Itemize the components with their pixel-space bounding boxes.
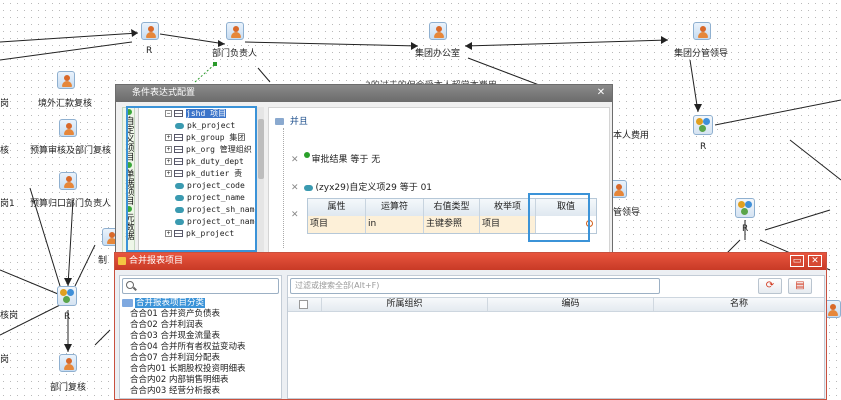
node-label-partial: 核 <box>0 146 10 156</box>
report-items-panel: 过滤或搜索全部(Alt+F) ⟳ ▤ 所属组织 编码 名称 <box>287 275 825 399</box>
category-item[interactable]: 合合02 合并利润表 <box>120 320 281 331</box>
router-node-icon[interactable] <box>735 198 755 218</box>
person-node-icon[interactable] <box>693 22 711 40</box>
condition-row[interactable]: ✕ (zyx29)自定义项29 等于 01 <box>291 180 432 193</box>
category-item[interactable]: 合合04 合并所有者权益变动表 <box>120 342 281 353</box>
col-operator[interactable]: 运算符 <box>366 199 424 216</box>
select-all-checkbox[interactable] <box>288 298 322 311</box>
col-attribute[interactable]: 属性 <box>308 199 366 216</box>
condition-dialog-title-text: 条件表达式配置 <box>132 88 196 98</box>
node-label: 部门负责人 <box>212 49 258 59</box>
and-node[interactable]: 并且 <box>275 114 308 127</box>
category-panel: 合并报表项目分类 合合01 合并资产负债表 合合02 合并利润表 合合03 合并现金… <box>119 275 282 399</box>
node-label: R <box>64 312 71 322</box>
merge-dialog-title-text: 合并报表项目 <box>129 256 184 266</box>
person-node-icon[interactable] <box>59 354 77 372</box>
condition-row[interactable]: ✕ 审批结果 等于 无 <box>291 152 380 165</box>
node-label: R <box>146 46 153 56</box>
filter-input[interactable]: 过滤或搜索全部(Alt+F) <box>290 278 660 294</box>
node-label-partial: 核岗 <box>0 311 19 321</box>
restore-button[interactable]: ▭ <box>790 255 804 267</box>
col-org[interactable]: 所属组织 <box>322 298 488 311</box>
delete-icon[interactable]: ✕ <box>291 155 299 165</box>
category-item[interactable]: 合合内02 内部销售明细表 <box>120 375 281 386</box>
node-label: 境外汇款复核 <box>38 99 93 109</box>
col-code[interactable]: 编码 <box>488 298 654 311</box>
node-label: 本人费用 <box>613 131 650 141</box>
col-name[interactable]: 名称 <box>654 298 824 311</box>
node-label: R <box>700 142 707 152</box>
condition-dialog-title: 条件表达式配置 ✕ <box>116 85 612 102</box>
selection-highlight <box>126 106 257 252</box>
node-label-partial: 岗 <box>0 355 10 365</box>
category-item[interactable]: 合合01 合并资产负债表 <box>120 309 281 320</box>
node-label: 制 <box>98 256 108 266</box>
category-item[interactable]: 合合内01 长期股权投资明细表 <box>120 364 281 375</box>
category-item[interactable]: 合合03 合并现金流量表 <box>120 331 281 342</box>
category-item[interactable]: 合合内03 经营分析报表 <box>120 386 281 397</box>
cell-rvalue-type[interactable]: 主键参照 <box>424 216 480 233</box>
app-icon <box>118 257 126 265</box>
refresh-button[interactable]: ⟳ <box>758 278 782 294</box>
condition-text: 审批结果 等于 无 <box>311 155 381 165</box>
tree-scrollbar[interactable] <box>256 107 264 255</box>
node-label: 集团分管领导 <box>674 49 729 59</box>
merge-report-dialog: 合并报表项目 ▭ ✕ 合并报表项目分类 合合01 合并资产负债表 合合02 合并利… <box>114 252 827 400</box>
group-icon <box>275 118 284 125</box>
node-label: 管领导 <box>613 208 641 218</box>
node-label: 预算审核及部门复核 <box>30 146 112 156</box>
node-label: 集团办公室 <box>415 49 461 59</box>
node-label-partial: 岗1 <box>0 199 15 209</box>
node-label: R <box>742 224 749 234</box>
search-input[interactable] <box>122 278 279 294</box>
and-label: 并且 <box>289 117 308 127</box>
field-key-icon <box>303 184 313 191</box>
category-item[interactable]: 合合07 合并利润分配表 <box>120 353 281 364</box>
merge-dialog-title: 合并报表项目 ▭ ✕ <box>115 253 826 270</box>
node-label: 部门复核 <box>50 383 87 393</box>
person-node-icon[interactable] <box>141 22 159 40</box>
person-node-icon[interactable] <box>226 22 244 40</box>
cell-operator[interactable]: in <box>366 216 424 233</box>
category-list: 合合01 合并资产负债表 合合02 合并利润表 合合03 合并现金流量表 合合04 合… <box>120 309 281 397</box>
router-node-icon[interactable] <box>693 115 713 135</box>
person-node-icon[interactable] <box>57 71 75 89</box>
person-node-icon[interactable] <box>59 119 77 137</box>
person-node-icon[interactable] <box>429 22 447 40</box>
close-button[interactable]: ✕ <box>808 255 822 267</box>
condition-text: (zyx29)自定义项29 等于 01 <box>315 183 433 193</box>
folder-icon <box>122 298 133 307</box>
cell-attribute[interactable]: 项目 <box>308 216 366 233</box>
selection-highlight <box>528 193 590 242</box>
node-label-partial: 岗 <box>0 99 10 109</box>
router-node-icon[interactable] <box>57 286 77 306</box>
category-root[interactable]: 合并报表项目分类 <box>120 298 281 309</box>
person-node-icon[interactable] <box>59 172 77 190</box>
delete-icon[interactable]: ✕ <box>291 183 299 193</box>
col-rvalue-type[interactable]: 右值类型 <box>424 199 480 216</box>
grid-header: 所属组织 编码 名称 <box>288 297 824 312</box>
export-button[interactable]: ▤ <box>788 278 812 294</box>
search-icon <box>126 281 134 289</box>
close-icon[interactable]: ✕ <box>594 87 608 99</box>
delete-icon[interactable]: ✕ <box>291 210 304 220</box>
node-label: 预算归口部门负责人 <box>30 199 112 209</box>
status-dot-icon <box>303 152 310 158</box>
